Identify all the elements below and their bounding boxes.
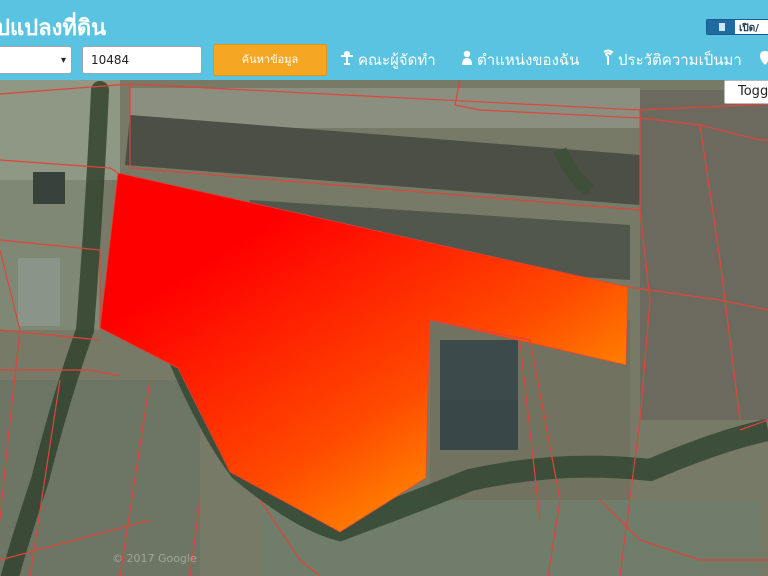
satellite-map[interactable]: © 2017 Google [0,80,768,576]
person-pin-icon [340,50,354,70]
page-title: ปแปลงที่ดิน [0,16,107,41]
toggle-knob [707,20,735,34]
history-icon [602,49,614,71]
nav-my-location[interactable]: ตำแหน่งของฉัน [461,49,579,71]
map-watermark: © 2017 Google [112,552,197,565]
nav-history[interactable]: ประวัติความเป็นมา [602,49,742,71]
nav-more[interactable] [760,49,768,71]
pond [18,258,60,326]
pond [33,172,65,204]
province-select[interactable]: ▾ [0,46,72,74]
top-header: ปแปลงที่ดิน เปิด/ ▾ 10484 ค้นหาข้อมูล คณ… [0,0,768,80]
chevron-down-icon: ▾ [60,55,66,66]
nav-team[interactable]: คณะผู้จัดทำ [340,49,436,71]
pond [440,400,518,450]
person-icon [461,50,473,70]
map-pin-icon [760,51,768,69]
open-toggle-label: เปิด/ [739,23,759,34]
nav-my-location-label: ตำแหน่งของฉัน [477,51,580,69]
deed-number-input[interactable]: 10484 [82,46,202,74]
search-button[interactable]: ค้นหาข้อมูล [213,44,327,76]
nav-history-label: ประวัติความเป็นมา [618,51,742,69]
map-toggle-button[interactable]: Togg [724,80,768,104]
pond [440,340,518,400]
app-window: © 2017 Google Togg ปแปลงที่ดิน เปิด/ ▾ 1… [0,0,768,576]
nav-team-label: คณะผู้จัดทำ [358,51,436,69]
map-canvas[interactable] [0,80,768,576]
open-toggle-switch[interactable]: เปิด/ [706,19,768,35]
